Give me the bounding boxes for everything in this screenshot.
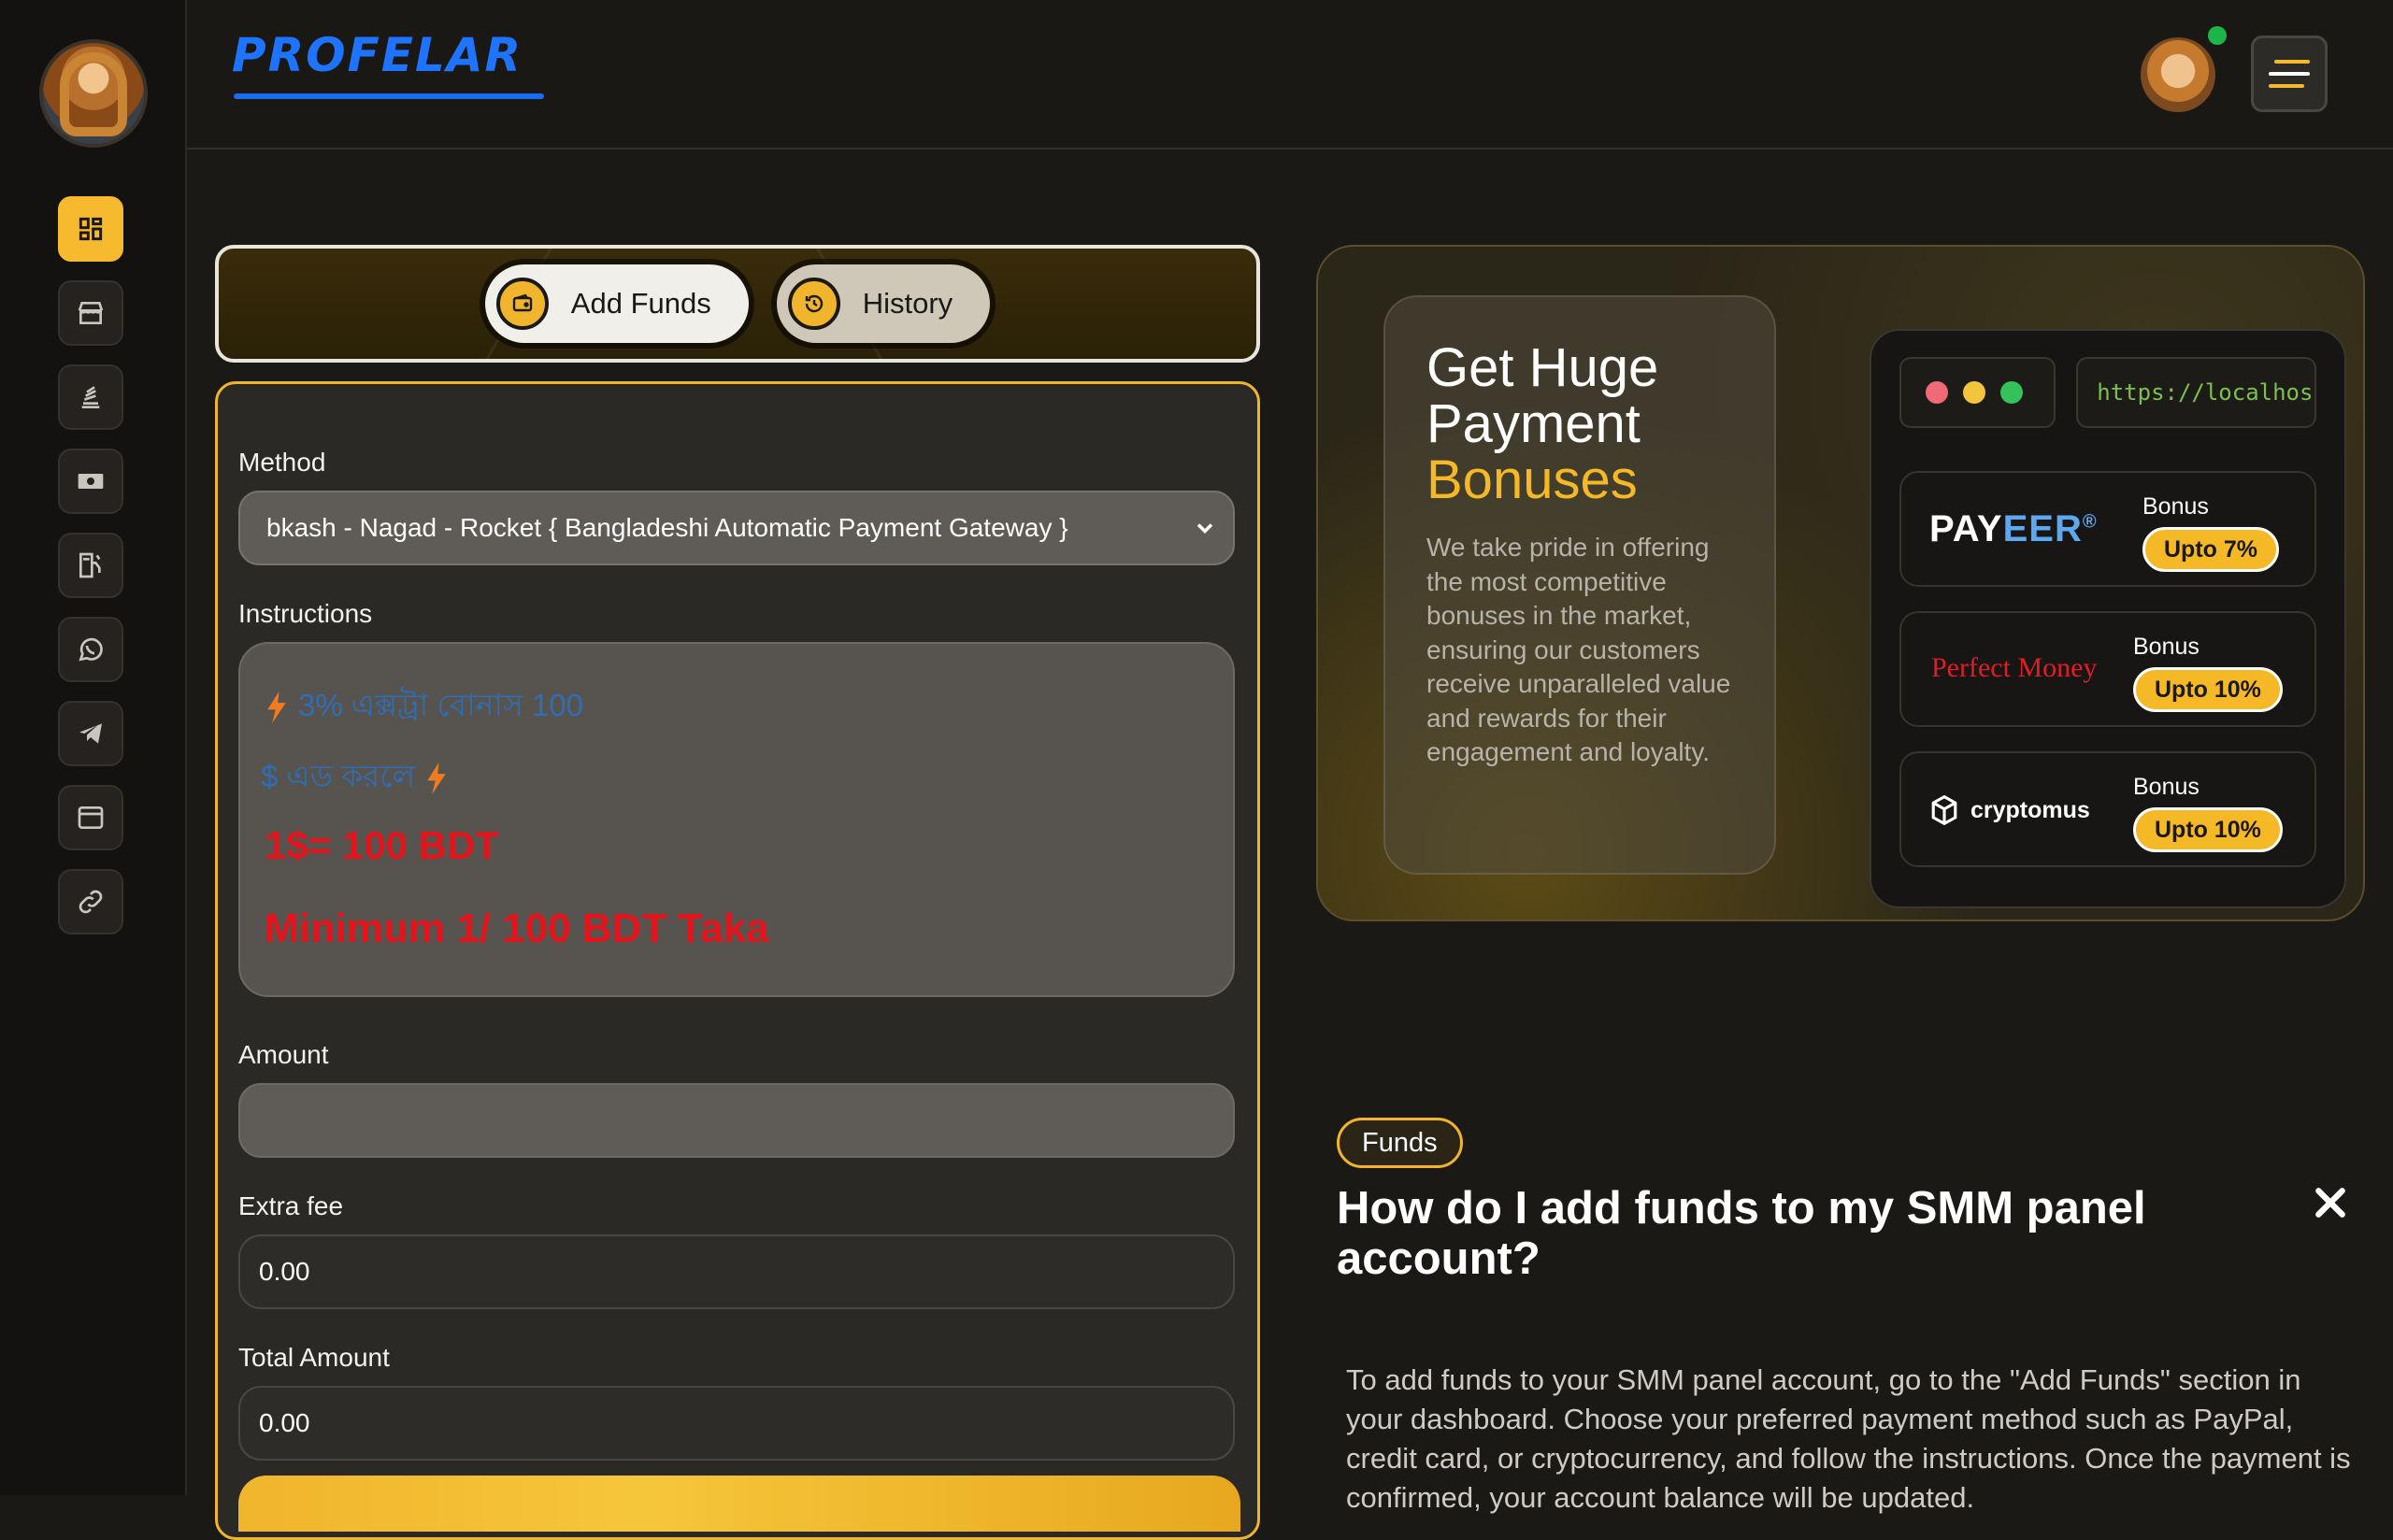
funds-tabs: Add Funds History	[215, 245, 1260, 363]
close-icon[interactable]	[2313, 1185, 2348, 1220]
sidebar-item-orders[interactable]	[58, 364, 123, 430]
total-amount-label: Total Amount	[238, 1343, 390, 1372]
faq-question[interactable]: How do I add funds to my SMM panel accou…	[1337, 1183, 2253, 1284]
instructions-condition-line: $ এড করলে	[261, 752, 1209, 805]
add-funds-form: Method bkash - Nagad - Rocket { Banglade…	[215, 381, 1260, 1540]
sidebar-item-dashboard[interactable]	[58, 196, 123, 262]
promo-title-line2: Payment	[1426, 393, 1641, 454]
fuel-icon	[79, 552, 101, 578]
pay-button[interactable]	[238, 1476, 1240, 1532]
promo-title: Get Huge Payment Bonuses	[1426, 340, 1733, 508]
promo-title-highlight: Bonuses	[1426, 449, 1638, 510]
extra-fee-field: 0.00	[238, 1234, 1235, 1309]
sidebar-item-store[interactable]	[58, 280, 123, 346]
sidebar-item-whatsapp[interactable]	[58, 617, 123, 682]
url-bar: https://localhost/b	[2076, 357, 2316, 428]
faq-category-tag: Funds	[1337, 1118, 1463, 1168]
chevron-down-icon	[1196, 523, 1213, 534]
method-label: Method	[238, 448, 326, 477]
money-icon	[78, 474, 104, 489]
instructions-minimum: Minimum 1/ 100 BDT Taka	[265, 905, 769, 951]
brand-logo-underline	[234, 93, 544, 99]
sidebar-item-links[interactable]	[58, 869, 123, 934]
tab-add-funds-label: Add Funds	[570, 287, 711, 320]
bonus-label: Bonus	[2133, 634, 2200, 660]
tab-add-funds[interactable]: Add Funds	[484, 264, 749, 343]
bonus-promo-card: Get Huge Payment Bonuses We take pride i…	[1316, 245, 2365, 921]
stack-icon	[81, 386, 100, 408]
history-icon	[787, 278, 840, 330]
bonus-label: Bonus	[2142, 493, 2209, 520]
perfect-money-logo: Perfect Money	[1931, 652, 2098, 683]
cryptomus-logo: cryptomus	[1929, 794, 2090, 826]
bonus-badge: Upto 10%	[2133, 667, 2283, 712]
sidebar-avatar[interactable]	[39, 39, 148, 148]
payeer-logo: PAYEER®	[1929, 508, 2098, 549]
sidebar-nav	[58, 196, 123, 953]
wallet-icon	[495, 278, 549, 330]
method-select-value: bkash - Nagad - Rocket { Bangladeshi Aut…	[266, 513, 1068, 542]
instructions-line1: 3% এক্সট্রা বোনাস 100	[298, 688, 584, 722]
window-controls	[1899, 357, 2056, 428]
instructions-box: 3% এক্সট্রা বোনাস 100 $ এড করলে 1$= 100 …	[238, 642, 1235, 997]
extra-fee-label: Extra fee	[238, 1191, 344, 1220]
menu-icon	[2274, 60, 2310, 64]
total-amount-field: 0.00	[238, 1386, 1235, 1461]
payment-method-payeer: PAYEER® Bonus Upto 7%	[1899, 471, 2316, 587]
sidebar	[0, 0, 187, 1495]
payment-method-cryptomus: cryptomus Bonus Upto 10%	[1899, 751, 2316, 867]
amount-label: Amount	[238, 1040, 329, 1069]
store-icon	[78, 302, 104, 324]
bonus-label: Bonus	[2133, 774, 2200, 800]
tab-history-label: History	[862, 287, 953, 320]
grid-icon	[79, 217, 103, 241]
instructions-bonus-line: 3% এক্সট্রা বোনাস 100	[265, 681, 1209, 734]
cryptomus-name: cryptomus	[1970, 796, 2090, 823]
faq-answer: To add funds to your SMM panel account, …	[1346, 1363, 2351, 1514]
close-dot-icon	[1926, 381, 1948, 404]
instructions-line2: $ এড করলে	[261, 759, 416, 793]
sidebar-item-browser[interactable]	[58, 785, 123, 850]
sidebar-item-funds[interactable]	[58, 449, 123, 514]
user-avatar[interactable]	[2141, 37, 2215, 112]
lightning-icon	[427, 763, 446, 794]
online-status-dot	[2208, 26, 2227, 45]
promo-description: We take pride in offering the most compe…	[1426, 533, 1731, 766]
top-header: PROFELAR	[187, 0, 2393, 150]
method-select[interactable]: bkash - Nagad - Rocket { Bangladeshi Aut…	[238, 491, 1235, 565]
instructions-rate: 1$= 100 BDT	[265, 823, 499, 867]
maximize-dot-icon	[2000, 381, 2023, 404]
link-icon	[79, 890, 103, 914]
promo-title-line1: Get Huge	[1426, 337, 1659, 398]
amount-input[interactable]	[238, 1083, 1235, 1158]
promo-text-panel: Get Huge Payment Bonuses We take pride i…	[1383, 295, 1776, 875]
browser-bar: https://localhost/b	[1899, 357, 2316, 428]
payment-method-perfect-money: Perfect Money Bonus Upto 10%	[1899, 611, 2316, 727]
lightning-icon	[267, 692, 286, 723]
instructions-label: Instructions	[238, 599, 373, 628]
sidebar-item-refill[interactable]	[58, 533, 123, 598]
sidebar-item-telegram[interactable]	[58, 701, 123, 766]
tab-history[interactable]: History	[776, 264, 991, 343]
bonus-badge: Upto 10%	[2133, 807, 2283, 852]
minimize-dot-icon	[1963, 381, 1985, 404]
window-icon	[78, 806, 104, 829]
bonus-badge: Upto 7%	[2142, 527, 2279, 572]
telegram-icon	[79, 723, 102, 744]
promo-browser-mock: https://localhost/b PAYEER® Bonus Upto 7…	[1870, 329, 2346, 908]
cube-icon	[1931, 794, 1957, 826]
whatsapp-icon	[79, 637, 103, 662]
brand-logo[interactable]: PROFELAR	[232, 28, 523, 103]
menu-button[interactable]	[2251, 36, 2328, 112]
